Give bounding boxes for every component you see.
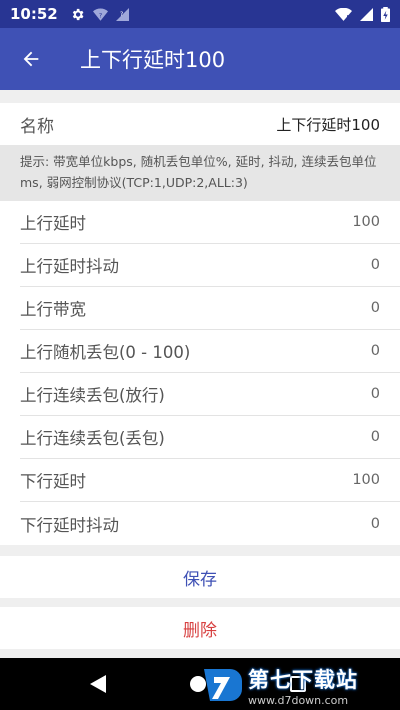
param-label: 下行延时抖动 xyxy=(20,515,119,535)
page-title: 上下行延时100 xyxy=(80,48,226,72)
param-label: 上行带宽 xyxy=(20,300,86,319)
delete-button[interactable]: 删除 xyxy=(0,607,400,649)
params-list: 上行延时 100 上行延时抖动 0 上行带宽 0 上行随机丢包(0 - 100)… xyxy=(0,201,400,545)
status-time: 10:52 xyxy=(10,5,58,23)
param-row-upload-burst-drop[interactable]: 上行连续丢包(丢包) 0 xyxy=(20,416,400,459)
param-label: 上行延时抖动 xyxy=(20,257,119,276)
arrow-back-icon xyxy=(23,51,39,67)
app-bar: 上下行延时100 xyxy=(0,28,400,90)
param-value: 0 xyxy=(370,300,380,316)
watermark-title: 第七下载站 xyxy=(248,667,358,692)
param-value: 0 xyxy=(370,515,380,532)
param-value: 100 xyxy=(352,214,380,230)
param-label: 上行连续丢包(放行) xyxy=(20,386,165,405)
param-row-upload-jitter[interactable]: 上行延时抖动 0 xyxy=(20,244,400,287)
param-label: 上行随机丢包(0 - 100) xyxy=(20,343,191,362)
signal-icon xyxy=(360,7,373,21)
watermark-url: www.d7down.com xyxy=(248,693,349,707)
hint-text: 提示: 带宽单位kbps, 随机丢包单位%, 延时, 抖动, 连续丢包单位ms,… xyxy=(0,145,400,201)
param-row-download-jitter[interactable]: 下行延时抖动 0 xyxy=(20,502,400,545)
param-value: 100 xyxy=(352,472,380,488)
param-row-upload-delay[interactable]: 上行延时 100 xyxy=(20,201,400,244)
param-label: 上行延时 xyxy=(20,214,86,233)
nav-back-icon[interactable] xyxy=(90,675,106,693)
param-value: 0 xyxy=(370,343,380,359)
param-row-upload-bandwidth[interactable]: 上行带宽 0 xyxy=(20,287,400,330)
name-label: 名称 xyxy=(20,116,54,137)
param-row-upload-burst-pass[interactable]: 上行连续丢包(放行) 0 xyxy=(20,373,400,416)
param-row-download-delay[interactable]: 下行延时 100 xyxy=(20,459,400,502)
param-value: 0 xyxy=(370,386,380,402)
battery-charging-icon xyxy=(381,6,390,22)
param-label: 上行连续丢包(丢包) xyxy=(20,429,165,448)
param-row-upload-random-loss[interactable]: 上行随机丢包(0 - 100) 0 xyxy=(20,330,400,373)
watermark: 第七下载站 www.d7down.com xyxy=(200,660,400,710)
svg-text:?: ? xyxy=(99,12,102,19)
param-label: 下行延时 xyxy=(20,472,86,491)
name-value: 上下行延时100 xyxy=(276,115,380,134)
param-value: 0 xyxy=(370,257,380,273)
d7down-logo-icon xyxy=(204,669,242,701)
save-button[interactable]: 保存 xyxy=(0,556,400,598)
gear-icon xyxy=(70,7,85,22)
name-row[interactable]: 名称 上下行延时100 xyxy=(0,103,400,145)
wifi-icon xyxy=(335,7,352,21)
svg-text:?: ? xyxy=(120,9,123,17)
back-button[interactable] xyxy=(0,28,62,90)
signal-question-icon: ? xyxy=(115,7,129,21)
status-bar: 10:52 ? ? xyxy=(0,0,400,28)
wifi-question-icon: ? xyxy=(92,8,108,21)
param-value: 0 xyxy=(370,429,380,445)
